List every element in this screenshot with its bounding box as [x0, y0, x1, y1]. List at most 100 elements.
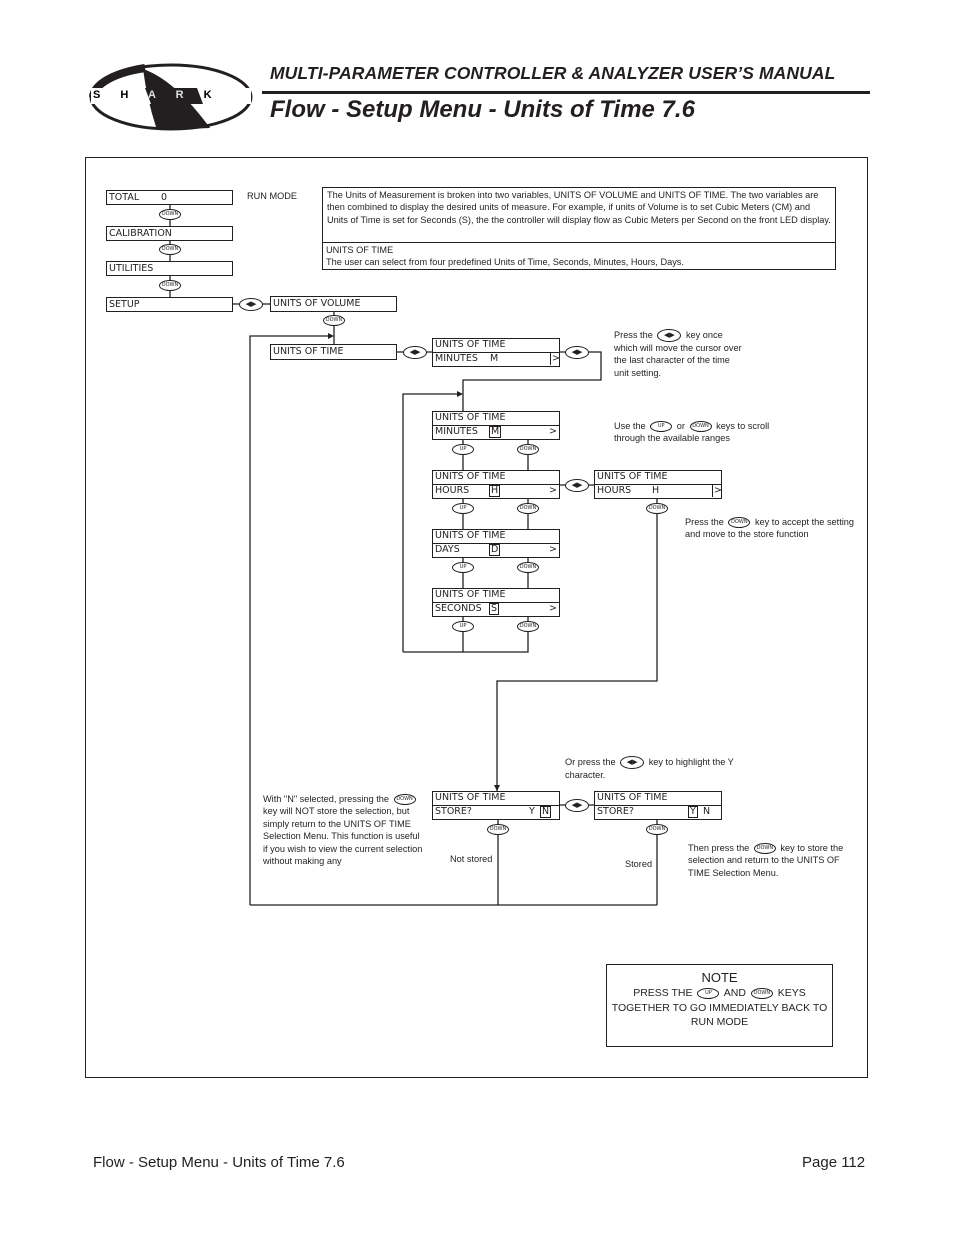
up-key-icon[interactable]: UP: [452, 444, 474, 455]
description-detail: The user can select from four predefined…: [326, 257, 684, 268]
lcd-units-of-time: UNITS OF TIME: [270, 344, 397, 360]
lcd-store-yes: UNITS OF TIME STORE? Y N: [594, 791, 722, 820]
left-right-key-icon[interactable]: ◀▶: [403, 346, 427, 359]
screen-title: UNITS OF TIME: [435, 471, 506, 482]
note-line-1: PRESS THE UP AND DOWN KEYS: [607, 986, 832, 1001]
lcd-minutes: UNITS OF TIME MINUTES M >: [432, 411, 560, 440]
unit-label: HOURS: [435, 485, 470, 496]
annotation-press-down-accept: Press the DOWN key to accept the setting…: [685, 516, 855, 541]
run-mode-label: RUN MODE: [247, 191, 298, 201]
lcd-minutes-initial: UNITS OF TIME MINUTES M >: [432, 338, 560, 367]
unit-code-cursor: M: [489, 426, 502, 438]
annotation-text: Use the: [614, 421, 646, 431]
left-right-key-icon[interactable]: ◀▶: [565, 479, 589, 492]
lcd-days: UNITS OF TIME DAYS D >: [432, 529, 560, 558]
down-key-icon[interactable]: DOWN: [159, 280, 181, 291]
calibration-label: CALIBRATION: [109, 228, 172, 239]
up-key-icon[interactable]: UP: [452, 503, 474, 514]
screen-title: UNITS OF TIME: [435, 339, 506, 350]
unit-code: H: [652, 485, 660, 496]
lcd-store-no: UNITS OF TIME STORE? Y N: [432, 791, 560, 820]
unit-code-cursor: D: [489, 544, 501, 556]
down-key-icon[interactable]: DOWN: [646, 503, 668, 514]
store-label: STORE?: [597, 806, 634, 817]
annotation-press-lr: Press the ◀▶ key once which will move th…: [614, 329, 744, 379]
unit-code-cursor: H: [489, 485, 501, 497]
annotation-n-selected: With "N" selected, pressing the DOWN key…: [263, 793, 425, 867]
left-right-key-icon: ◀▶: [657, 329, 682, 343]
left-right-key-icon: ◀▶: [620, 756, 645, 770]
description-heading: UNITS OF TIME: [326, 245, 394, 255]
down-key-icon[interactable]: DOWN: [159, 209, 181, 220]
down-key-icon[interactable]: DOWN: [517, 444, 539, 455]
unit-label: MINUTES: [435, 353, 478, 364]
annotation-text: or: [676, 421, 685, 431]
lcd-setup: SETUP: [106, 297, 233, 312]
stored-label: Stored: [625, 859, 653, 869]
lcd-units-of-volume: UNITS OF VOLUME: [270, 296, 397, 312]
down-key-icon[interactable]: DOWN: [517, 503, 539, 514]
header-rule: [262, 91, 870, 94]
manual-title: MULTI-PARAMETER CONTROLLER & ANALYZER US…: [270, 63, 836, 83]
footer-page-number: Page 112: [802, 1154, 866, 1171]
down-key-icon: DOWN: [750, 987, 773, 999]
down-key-icon: DOWN: [689, 421, 712, 433]
unit-label: SECONDS: [435, 603, 482, 614]
down-key-icon[interactable]: DOWN: [159, 244, 181, 255]
left-right-key-icon[interactable]: ◀▶: [239, 298, 263, 311]
annotation-then-press-down: Then press the DOWN key to store the sel…: [688, 842, 853, 879]
down-key-icon[interactable]: DOWN: [487, 824, 509, 835]
screen-title: UNITS OF TIME: [435, 589, 506, 600]
cursor-arrow: >: [712, 485, 722, 497]
annotation-text: Press the: [614, 330, 653, 340]
cursor-arrow: >: [549, 544, 557, 555]
unit-label: HOURS: [597, 485, 632, 496]
logo-text: S H A R K: [93, 89, 221, 101]
not-stored-label: Not stored: [450, 854, 493, 864]
store-label: STORE?: [435, 806, 472, 817]
total-label: TOTAL: [109, 192, 140, 203]
cursor-arrow: >: [549, 603, 557, 614]
annotation-use-up-down: Use the UP or DOWN keys to scroll throug…: [614, 420, 774, 445]
page-title: Flow - Setup Menu - Units of Time 7.6: [270, 96, 695, 123]
shark-logo: S H A R K: [85, 60, 255, 134]
store-yes-cursor: Y: [688, 806, 698, 818]
annotation-text: Press the: [685, 517, 724, 527]
lcd-calibration: CALIBRATION: [106, 226, 233, 241]
down-key-icon: DOWN: [393, 794, 416, 806]
down-key-icon[interactable]: DOWN: [517, 621, 539, 632]
down-key-icon[interactable]: DOWN: [323, 315, 345, 326]
annotation-text: Or press the: [565, 757, 616, 767]
unit-label: MINUTES: [435, 426, 478, 437]
screen-title: UNITS OF TIME: [435, 530, 506, 541]
lcd-hours: UNITS OF TIME HOURS H >: [432, 470, 560, 499]
note-text: PRESS THE: [633, 987, 693, 999]
up-key-icon: UP: [697, 987, 720, 999]
down-key-icon[interactable]: DOWN: [646, 824, 668, 835]
down-key-icon: DOWN: [728, 517, 751, 529]
store-yes: Y: [529, 806, 535, 817]
diagram-frame: [85, 157, 868, 1078]
down-key-icon[interactable]: DOWN: [517, 562, 539, 573]
screen-title: UNITS OF TIME: [435, 412, 506, 423]
up-key-icon: UP: [650, 421, 673, 433]
store-no: N: [703, 806, 711, 817]
down-key-icon: DOWN: [753, 843, 776, 855]
left-right-key-icon[interactable]: ◀▶: [565, 799, 589, 812]
description-box: The Units of Measurement is broken into …: [322, 187, 836, 270]
up-key-icon[interactable]: UP: [452, 562, 474, 573]
up-key-icon[interactable]: UP: [452, 621, 474, 632]
note-line-2: TOGETHER TO GO IMMEDIATELY BACK TO RUN M…: [611, 1001, 828, 1029]
note-text: KEYS: [777, 987, 806, 999]
description-paragraph: The Units of Measurement is broken into …: [323, 188, 835, 243]
left-right-key-icon[interactable]: ◀▶: [565, 346, 589, 359]
screen-title: UNITS OF TIME: [597, 471, 668, 482]
lcd-utilities: UTILITIES: [106, 261, 233, 276]
lcd-hours-selected: UNITS OF TIME HOURS H >: [594, 470, 722, 499]
unit-label: DAYS: [435, 544, 460, 555]
cursor-arrow: >: [549, 485, 557, 496]
lcd-total: TOTAL 0: [106, 190, 233, 205]
setup-label: SETUP: [109, 299, 140, 310]
store-no-cursor: N: [540, 806, 552, 818]
annotation-text: key will NOT store the selection, but si…: [263, 806, 423, 867]
